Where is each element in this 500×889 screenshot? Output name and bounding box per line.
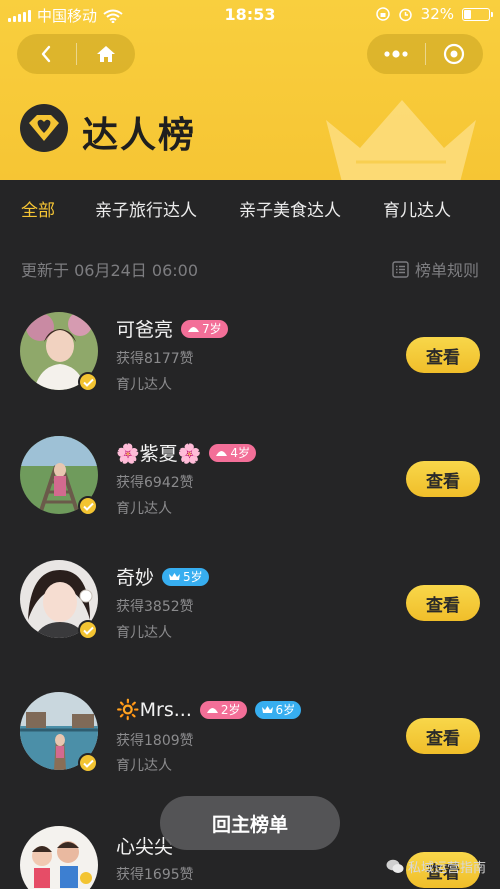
crown-icon (169, 573, 181, 580)
age-tag: 2岁 (199, 700, 247, 719)
hat-icon (216, 450, 228, 456)
creator-category: 育儿达人 (116, 501, 172, 517)
age-tag: 4岁 (209, 443, 256, 462)
orientation-lock-icon (375, 7, 390, 21)
creator-name: 🌸紫夏🌸 4岁 (116, 439, 256, 466)
list-icon (392, 260, 409, 278)
verified-badge-icon (78, 496, 98, 516)
crown-icon (261, 706, 273, 713)
likes-count: 获得1809赞 (116, 733, 194, 749)
back-button[interactable] (17, 34, 76, 74)
home-icon (96, 46, 115, 62)
page-title: 达人榜 (82, 115, 197, 156)
wechat-icon (386, 859, 404, 873)
creator-name-text: 可爸亮 (116, 319, 174, 341)
back-to-main-list-button[interactable]: 回主榜单 (160, 796, 340, 850)
tab-all[interactable]: 全部 (21, 196, 55, 221)
diamond-heart-icon (20, 104, 68, 152)
header: 中国移动 18:53 32% 达人榜 (0, 0, 500, 180)
likes-count: 获得6942赞 (116, 475, 194, 491)
view-button[interactable]: 查看 (406, 585, 480, 621)
more-button[interactable] (367, 34, 425, 74)
tab-parenting[interactable]: 育儿达人 (383, 196, 451, 221)
battery-icon (462, 7, 493, 21)
more-dots-icon (384, 50, 408, 58)
verified-badge-icon (78, 372, 98, 392)
likes-count: 获得1695赞 (116, 867, 194, 883)
creator-name: 🔆Mrs... 2岁 6岁 (116, 698, 302, 721)
watermark: 私域运营指南 (386, 857, 486, 876)
category-tabs: 全部 亲子旅行达人 亲子美食达人 育儿达人 (0, 180, 500, 232)
list-item[interactable]: 🌸紫夏🌸 4岁 获得6942赞 育儿达人 查看 (0, 434, 500, 524)
creator-name: 奇妙 5岁 (116, 563, 209, 590)
creator-category: 育儿达人 (116, 377, 172, 393)
home-button[interactable] (76, 34, 135, 74)
battery-percent: 32% (420, 5, 454, 23)
close-miniapp-button[interactable] (425, 34, 483, 74)
rules-label: 榜单规则 (414, 261, 479, 280)
list-item[interactable]: 🔆Mrs... 2岁 6岁 获得1809赞 育儿达人 查看 (0, 692, 500, 782)
age-tag: 6岁 (254, 700, 302, 719)
hat-icon (206, 707, 218, 713)
age-tag: 5岁 (162, 567, 209, 586)
verified-badge-icon (78, 753, 98, 773)
status-bar: 中国移动 18:53 32% (0, 0, 500, 30)
crown-decoration-icon (326, 100, 476, 180)
creator-name-text: 🌸紫夏🌸 (116, 443, 202, 465)
list-item[interactable]: 可爸亮 7岁 获得8177赞 育儿达人 查看 (0, 310, 500, 400)
hat-icon (188, 326, 200, 332)
menu-capsule (367, 34, 483, 74)
creator-category: 育儿达人 (116, 625, 172, 641)
likes-count: 获得3852赞 (116, 599, 194, 615)
creator-name: 可爸亮 7岁 (116, 315, 228, 342)
likes-count: 获得8177赞 (116, 351, 194, 367)
watermark-text: 私域运营指南 (407, 861, 486, 876)
list-item[interactable]: 奇妙 5岁 获得3852赞 育儿达人 查看 (0, 558, 500, 648)
status-right: 32% (375, 5, 493, 23)
chevron-left-icon (42, 45, 51, 63)
view-button[interactable]: 查看 (406, 461, 480, 497)
tab-family-travel[interactable]: 亲子旅行达人 (95, 196, 197, 221)
tab-family-food[interactable]: 亲子美食达人 (239, 196, 341, 221)
view-button[interactable]: 查看 (406, 337, 480, 373)
updated-time: 更新于 06月24日 06:00 (21, 261, 199, 280)
creator-category: 育儿达人 (116, 758, 172, 774)
view-button[interactable]: 查看 (406, 718, 480, 754)
alarm-icon (398, 8, 412, 21)
rules-link[interactable]: 榜单规则 (392, 257, 479, 281)
creator-name-text: 奇妙 (116, 567, 155, 589)
verified-badge-icon (78, 620, 98, 640)
target-close-icon (444, 43, 465, 65)
age-tag: 7岁 (181, 319, 228, 338)
creator-name-text: 🔆Mrs... (116, 699, 192, 721)
avatar[interactable] (20, 826, 98, 889)
nav-capsule (17, 34, 135, 74)
